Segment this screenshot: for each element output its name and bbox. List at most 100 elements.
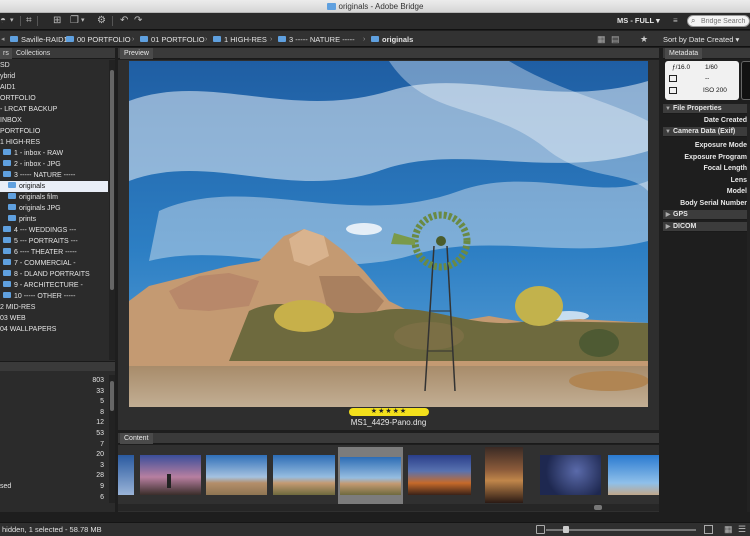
boomerang-icon[interactable]: ◓ [0, 15, 6, 27]
zoom-in-icon[interactable] [704, 525, 713, 534]
folder-tree-item[interactable]: originals film [0, 192, 108, 203]
folder-tree-item[interactable]: SD [0, 60, 108, 71]
view-as-list-icon[interactable]: ☰ [738, 525, 747, 534]
view-as-grid-icon[interactable]: ▦ [724, 525, 733, 534]
output-gear-icon[interactable]: ⚙ [97, 15, 106, 27]
folder-tree-item[interactable]: ORTFOLIO [0, 93, 108, 104]
folder-tree-item[interactable]: - LRCAT BACKUP [0, 104, 108, 115]
breadcrumb-item[interactable]: 1 HIGH-RES [213, 34, 267, 45]
landscape-photo [129, 61, 648, 407]
thumbnail[interactable] [118, 455, 134, 495]
folder-tree-item[interactable]: 10 ----- OTHER ----- [0, 291, 108, 302]
folder-tree-item[interactable]: 2 - inbox - JPG [0, 159, 108, 170]
thumbnail[interactable] [485, 447, 523, 503]
scrollbar-thumb[interactable] [110, 381, 114, 411]
folder-tree-item[interactable]: originals [0, 181, 108, 192]
slider-knob[interactable] [563, 526, 569, 533]
preview-image[interactable] [129, 61, 648, 407]
thumbnail-quality-icon[interactable]: ▤ [611, 33, 620, 45]
filter-count-row[interactable]: 20 [0, 449, 104, 460]
breadcrumb-item[interactable]: 01 PORTFOLIO [140, 34, 205, 45]
workspace-switcher[interactable]: MS - FULL ▾ [617, 15, 660, 27]
folder-tree-item[interactable]: 1 - inbox - RAW [0, 148, 108, 159]
refine-icon[interactable]: ⊞ [53, 15, 61, 27]
tab-folders[interactable]: rs [0, 48, 12, 59]
folder-label: originals [19, 183, 46, 190]
window-title-bar: originals - Adobe Bridge [0, 0, 750, 13]
folder-tree-item[interactable]: 8 - DLAND PORTRAITS [0, 269, 108, 280]
bridge-search[interactable]: ⌕ [687, 15, 750, 27]
tab-collections[interactable]: Collections [13, 48, 53, 59]
folder-tree-item[interactable]: 4 --- WEDDINGS --- [0, 225, 108, 236]
open-recent-icon[interactable]: ❐ [70, 15, 79, 27]
breadcrumb-item[interactable]: originals [371, 34, 413, 45]
filter-scrollbar[interactable] [109, 375, 115, 503]
metering-icon [669, 75, 677, 82]
dropdown-arrow-icon[interactable]: ▾ [10, 15, 14, 27]
back-arrow-icon[interactable]: ◂ [1, 34, 5, 45]
toolbar-divider [20, 16, 21, 26]
filter-count-row[interactable]: 803 [0, 375, 104, 386]
rotate-right-icon[interactable]: ↷ [134, 15, 142, 27]
folder-tree-item[interactable]: 3 ----- NATURE ----- [0, 170, 108, 181]
folder-tree-item[interactable]: 7 - COMMERCIAL - [0, 258, 108, 269]
folder-tree-item[interactable]: 03 WEB [0, 313, 108, 324]
folder-tree-item[interactable]: INBOX [0, 115, 108, 126]
filter-count-row[interactable]: 7 [0, 439, 104, 450]
filter-count-row[interactable]: 33 [0, 386, 104, 397]
grid-view-icon[interactable]: ▦ [597, 33, 606, 45]
thumbnail[interactable] [408, 455, 471, 495]
folder-icon [326, 3, 336, 10]
section-file-properties[interactable]: ▼ File Properties [663, 104, 750, 114]
folder-tree-item[interactable]: PORTFOLIO [0, 126, 108, 137]
folder-tree-item[interactable]: prints [0, 214, 108, 225]
thumbnail[interactable] [140, 455, 201, 495]
filter-count-row[interactable]: sed 9 [0, 481, 104, 492]
thumbnail[interactable] [206, 455, 267, 495]
folder-tree-item[interactable]: 9 - ARCHITECTURE - [0, 280, 108, 291]
filter-count-row[interactable]: 8 [0, 407, 104, 418]
workspace-menu-icon[interactable]: ≡ [673, 15, 678, 27]
folder-scrollbar[interactable] [109, 60, 115, 360]
thumbnail-size-slider[interactable] [546, 526, 696, 533]
sort-dropdown[interactable]: Sort by Date Created ▾ [663, 34, 739, 45]
folder-tree-item[interactable]: 2 MID-RES [0, 302, 108, 313]
folder-tree-item[interactable]: 6 ---- THEATER ----- [0, 247, 108, 258]
folder-tree-item[interactable]: 1 HIGH-RES [0, 137, 108, 148]
star-filter-icon[interactable]: ★ [640, 33, 648, 45]
white-balance-icon [669, 87, 677, 94]
scrollbar-thumb[interactable] [110, 70, 114, 290]
thumbnail[interactable] [540, 455, 601, 495]
content-scrollbar[interactable] [118, 504, 659, 511]
search-input[interactable] [701, 16, 749, 26]
dropdown-arrow-icon[interactable]: ▾ [81, 15, 85, 27]
breadcrumb-item[interactable]: 00 PORTFOLIO [66, 34, 131, 45]
zoom-out-icon[interactable] [536, 525, 545, 534]
folder-label: originals film [19, 194, 58, 201]
thumbnail-selected[interactable] [338, 447, 403, 511]
section-camera-data[interactable]: ▼ Camera Data (Exif) [663, 127, 750, 137]
breadcrumb-item[interactable]: 3 ----- NATURE ----- [278, 34, 355, 45]
filter-count-row[interactable]: 28 [0, 470, 104, 481]
expand-triangle-icon: ▼ [665, 106, 671, 112]
filter-count-row[interactable]: 5 [0, 396, 104, 407]
toolbar-divider [112, 16, 113, 26]
filter-count-row[interactable]: 6 [0, 492, 104, 503]
thumbnail[interactable] [608, 455, 659, 495]
folder-tree-item[interactable]: ybrid [0, 71, 108, 82]
folder-tree-item[interactable]: AID1 [0, 82, 108, 93]
filter-count-row[interactable]: 12 [0, 417, 104, 428]
rotate-left-icon[interactable]: ↶ [120, 15, 128, 27]
folder-tree-item[interactable]: originals JPG [0, 203, 108, 214]
star-rating[interactable]: ★★★★★ [349, 408, 429, 416]
scrollbar-thumb[interactable] [594, 505, 602, 510]
folder-icon [10, 36, 18, 42]
camera-import-icon[interactable]: ⌗ [26, 15, 32, 27]
section-dicom[interactable]: ▶ DICOM [663, 222, 750, 232]
folder-tree-item[interactable]: 5 --- PORTRAITS --- [0, 236, 108, 247]
filter-count-row[interactable]: 3 [0, 460, 104, 471]
folder-tree-item[interactable]: 04 WALLPAPERS [0, 324, 108, 335]
section-gps[interactable]: ▶ GPS [663, 210, 750, 220]
thumbnail[interactable] [273, 455, 335, 495]
filter-count-row[interactable]: 53 [0, 428, 104, 439]
